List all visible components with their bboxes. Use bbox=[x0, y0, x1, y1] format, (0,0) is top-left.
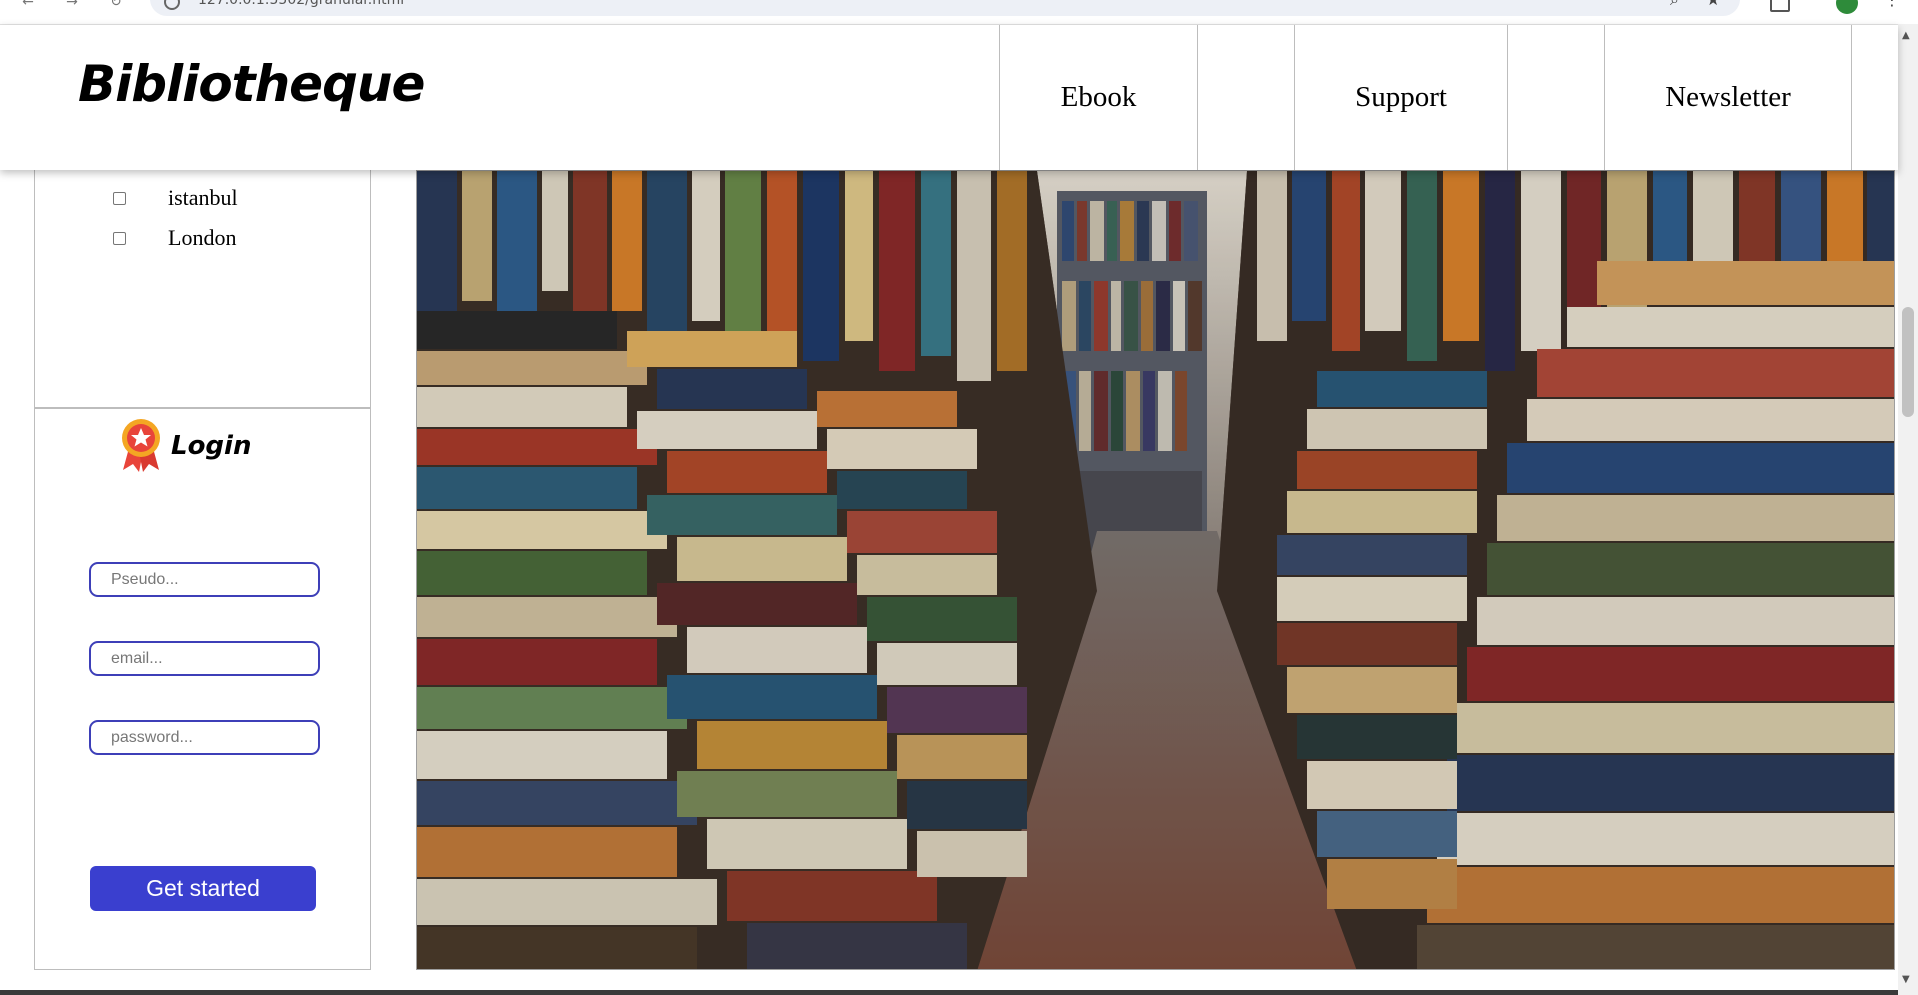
hero-library-photo bbox=[416, 170, 1895, 970]
pseudo-input[interactable] bbox=[89, 562, 320, 597]
city-filter-item[interactable]: istanbul bbox=[113, 185, 238, 211]
award-ribbon-icon bbox=[122, 419, 160, 472]
city-label: London bbox=[168, 225, 237, 250]
bottom-edge bbox=[0, 990, 1898, 995]
scroll-thumb[interactable] bbox=[1902, 307, 1914, 417]
brand-logo[interactable]: Bibliotheque bbox=[78, 55, 425, 113]
back-icon[interactable]: ← bbox=[18, 0, 38, 14]
nav-item-ebook[interactable]: Ebook bbox=[999, 25, 1198, 170]
get-started-button[interactable]: Get started bbox=[90, 866, 316, 911]
site-header: Bibliotheque Ebook Support Newsletter bbox=[0, 25, 1898, 170]
scroll-down-icon[interactable]: ▼ bbox=[1902, 974, 1910, 985]
forward-icon[interactable]: → bbox=[62, 0, 82, 14]
city-checkbox[interactable] bbox=[113, 191, 126, 205]
nav-spacer bbox=[1197, 25, 1295, 170]
library-bookstacks-image bbox=[417, 171, 1894, 969]
password-field[interactable] bbox=[89, 720, 320, 755]
profile-avatar[interactable] bbox=[1836, 0, 1858, 14]
login-header: Login bbox=[119, 418, 251, 474]
city-label: istanbul bbox=[168, 185, 238, 210]
city-checkbox[interactable] bbox=[113, 231, 126, 245]
scroll-up-icon[interactable]: ▲ bbox=[1902, 30, 1910, 41]
zoom-icon[interactable]: ⌕ bbox=[1670, 0, 1679, 10]
page-scrollbar[interactable]: ▲ ▼ bbox=[1898, 24, 1918, 995]
extensions-icon[interactable] bbox=[1770, 0, 1790, 12]
reload-icon[interactable]: ↻ bbox=[106, 0, 126, 14]
sidebar: istanbul London Login Get started bbox=[34, 170, 371, 970]
city-filter-item[interactable]: London bbox=[113, 225, 236, 251]
nav-spacer bbox=[1507, 25, 1605, 170]
site-info-icon[interactable] bbox=[164, 0, 180, 10]
browser-toolbar: ← → ↻ 127.0.0.1:5502/granular.html ⌕ ★ ⋮ bbox=[0, 0, 1918, 25]
login-title: Login bbox=[171, 431, 252, 461]
sidebar-divider bbox=[35, 407, 370, 409]
address-url[interactable]: 127.0.0.1:5502/granular.html bbox=[198, 0, 404, 8]
bookmark-star-icon[interactable]: ★ bbox=[1706, 0, 1720, 9]
nav-item-support[interactable]: Support bbox=[1294, 25, 1508, 170]
browser-menu-icon[interactable]: ⋮ bbox=[1884, 0, 1900, 9]
address-bar[interactable]: 127.0.0.1:5502/granular.html ⌕ ★ bbox=[150, 0, 1740, 16]
nav-item-newsletter[interactable]: Newsletter bbox=[1604, 25, 1852, 170]
email-field[interactable] bbox=[89, 641, 320, 676]
